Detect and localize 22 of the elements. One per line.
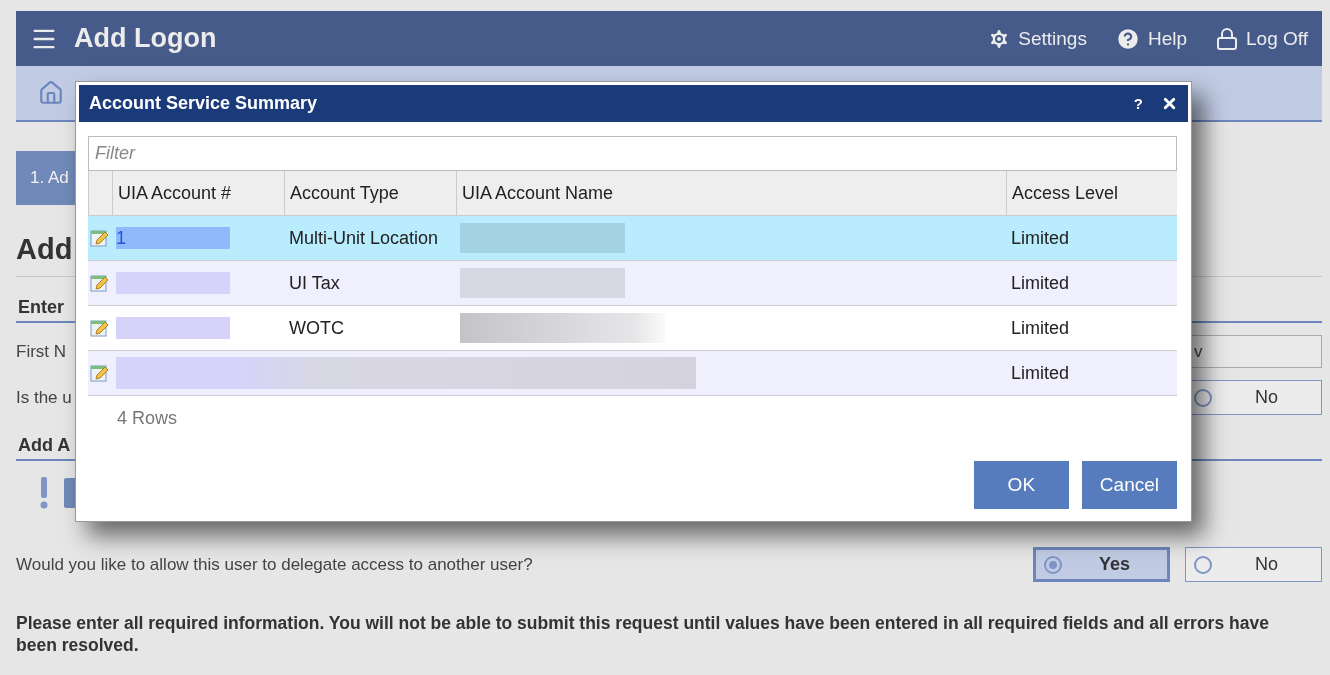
column-header[interactable]: Account Type <box>284 171 456 216</box>
row-count: 4 Rows <box>117 408 179 429</box>
radio-option[interactable]: Yes <box>1033 547 1170 582</box>
notice-text: Please enter all required information. You will not be able to submit this request until values have been entered in all required fields and all errors have been resolved. <box>16 612 1270 656</box>
column-header[interactable]: UIA Account Name <box>456 171 1006 216</box>
column-header[interactable]: UIA Account # <box>112 171 284 216</box>
dialog-title: Account Service Summary <box>89 93 319 114</box>
question-text: Is the u <box>16 387 72 408</box>
question-text: Would you like to allow this user to delegate access to another user? <box>16 554 533 575</box>
page-title: Add Logon <box>74 23 218 54</box>
dialog-button[interactable]: Cancel <box>1081 461 1177 509</box>
column-header[interactable]: Access Level <box>1006 171 1177 216</box>
header-link[interactable]: Settings <box>987 26 1087 51</box>
header-link[interactable]: Help <box>1114 25 1187 52</box>
dialog-button[interactable]: OK <box>973 461 1069 509</box>
field-label: First N <box>16 341 67 362</box>
table-cell: Limited <box>1011 362 1070 384</box>
help-button[interactable]: ? <box>1133 95 1143 112</box>
filter-field[interactable]: Filter <box>88 136 1177 171</box>
blurred-text: 1 <box>116 227 230 249</box>
header-link[interactable]: Log Off <box>1215 26 1308 51</box>
radio-option[interactable]: No <box>1185 547 1322 582</box>
